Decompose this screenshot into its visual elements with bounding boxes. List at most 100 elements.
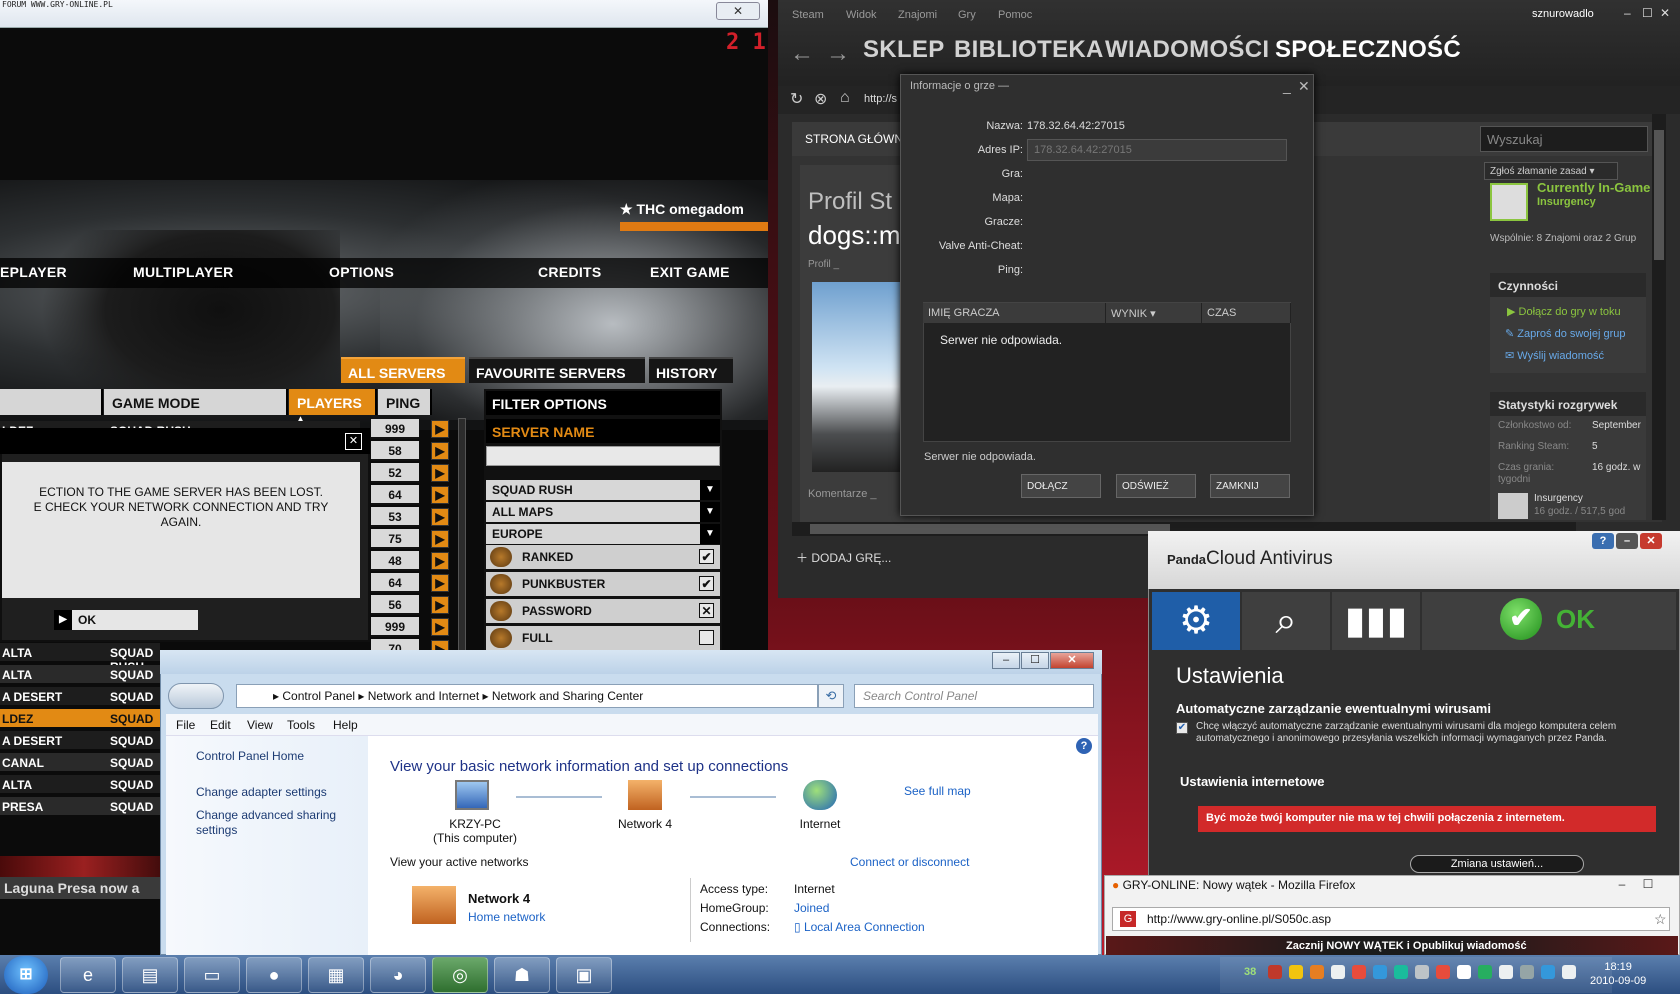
tray-icon[interactable] <box>1541 965 1555 979</box>
tray-icon[interactable] <box>1394 965 1408 979</box>
steam-menu-znajomi[interactable]: Znajomi <box>898 9 937 21</box>
server-join-arrow[interactable]: ▶ <box>431 574 449 592</box>
tray-icon[interactable] <box>1478 965 1492 979</box>
menu-multiplayer[interactable]: MULTIPLAYER <box>133 264 234 280</box>
close-icon[interactable]: ✕ <box>1298 78 1310 95</box>
menu-file[interactable]: File <box>176 718 195 732</box>
ranked-checkbox[interactable]: ✔ <box>699 549 714 564</box>
minimize-button[interactable]: – <box>992 652 1020 669</box>
homegroup-link[interactable]: Joined <box>794 901 829 915</box>
tray-icon[interactable] <box>1436 965 1450 979</box>
menu-tools[interactable]: Tools <box>287 718 315 732</box>
auto-manage-checkbox[interactable]: ✔ <box>1176 722 1188 734</box>
home-icon[interactable]: ⌂ <box>840 89 850 107</box>
join-button[interactable]: DOŁĄCZ <box>1021 474 1101 498</box>
tray-icon[interactable] <box>1310 965 1324 979</box>
game-mode-dropdown[interactable]: SQUAD RUSH ▼ <box>486 480 720 500</box>
server-join-arrow[interactable]: ▶ <box>431 618 449 636</box>
menu-view[interactable]: View <box>247 718 273 732</box>
status-tile[interactable] <box>1422 592 1676 650</box>
minimize-icon[interactable]: – <box>1616 533 1638 549</box>
server-join-arrow[interactable]: ▶ <box>431 596 449 614</box>
add-game-button[interactable]: ＋ DODAJ GRĘ... <box>796 549 891 566</box>
last-game[interactable]: Insurgency <box>1534 493 1583 504</box>
help-icon[interactable]: ? <box>1076 738 1092 754</box>
close-icon[interactable]: ✕ <box>1660 6 1670 20</box>
node-internet[interactable]: Internet <box>780 817 860 831</box>
server-join-arrow[interactable]: ▶ <box>431 552 449 570</box>
menu-exit-game[interactable]: EXIT GAME <box>650 264 730 280</box>
column-ping[interactable]: PING <box>378 389 432 415</box>
invite-link[interactable]: ✎ Zaproś do swojej grup <box>1505 327 1626 340</box>
server-row[interactable]: A DESERT SQUAD <box>0 731 160 751</box>
menu-help[interactable]: Help <box>333 718 358 732</box>
stop-icon[interactable]: ⊗ <box>814 89 827 109</box>
server-row[interactable]: A DESERT SQUAD <box>0 687 160 707</box>
search-input[interactable]: Search Control Panel <box>854 684 1094 708</box>
reports-tile[interactable]: ▮▮▮ <box>1332 592 1420 650</box>
close-icon[interactable]: ✕ <box>1640 533 1662 549</box>
nav-wiadomosci[interactable]: WIADOMOŚCI <box>1105 36 1269 64</box>
comments-link[interactable]: Komentarze _ <box>808 488 876 500</box>
taskbar-network[interactable]: ▣ <box>556 957 612 993</box>
dialog-close-button[interactable]: ✕ <box>345 433 362 450</box>
server-join-arrow[interactable]: ▶ <box>431 442 449 460</box>
back-arrow-icon[interactable]: ← <box>790 40 814 68</box>
menu-edit[interactable]: Edit <box>210 718 231 732</box>
tray-icon[interactable] <box>1352 965 1366 979</box>
scan-tile[interactable]: ⌕ <box>1242 592 1330 650</box>
server-join-arrow[interactable]: ▶ <box>431 464 449 482</box>
bookmark-star-icon[interactable]: ☆ <box>1654 911 1667 928</box>
back-forward-buttons[interactable] <box>168 683 224 709</box>
control-panel-home-link[interactable]: Control Panel Home <box>196 749 304 763</box>
ip-address-field[interactable]: 178.32.64.42:27015 <box>1027 139 1287 161</box>
steam-menu-widok[interactable]: Widok <box>846 9 877 21</box>
server-join-arrow[interactable]: ▶ <box>431 420 449 438</box>
tray-icon[interactable] <box>1289 965 1303 979</box>
close-button[interactable]: ZAMKNIJ <box>1210 474 1290 498</box>
server-join-arrow[interactable]: ▶ <box>431 508 449 526</box>
join-game-link[interactable]: ▶ Dołącz do gry w toku <box>1507 305 1621 318</box>
server-row[interactable]: PRESA SQUAD <box>0 797 160 817</box>
server-join-arrow[interactable]: ▶ <box>431 486 449 504</box>
clock[interactable]: 18:19 2010-09-09 <box>1590 960 1646 988</box>
column-player-name[interactable]: IMIĘ GRACZA <box>923 303 1106 323</box>
change-settings-button[interactable]: Zmiana ustawień... <box>1410 855 1584 873</box>
filter-full[interactable]: FULL <box>486 626 720 650</box>
close-button[interactable]: ✕ <box>1050 652 1094 669</box>
column-score[interactable]: WYNIK ▾ <box>1106 303 1202 323</box>
help-icon[interactable]: ? <box>1592 533 1614 549</box>
maximize-button[interactable]: ☐ <box>1021 652 1049 669</box>
minimize-icon[interactable]: – <box>1624 6 1631 20</box>
server-row[interactable]: ALTA SQUAD <box>0 665 160 685</box>
steam-menu-steam[interactable]: Steam <box>792 9 824 21</box>
report-dropdown[interactable]: Zgłoś złamanie zasad ▾ <box>1484 162 1618 180</box>
tray-icon[interactable] <box>1499 965 1513 979</box>
nav-sklep[interactable]: SKLEP <box>863 36 945 64</box>
steam-menu-gry[interactable]: Gry <box>958 9 976 21</box>
tab-all-servers[interactable]: ALL SERVERS <box>341 357 465 383</box>
full-checkbox[interactable] <box>699 630 714 645</box>
taskbar-panda[interactable]: ◕ <box>370 957 426 993</box>
menu-singleplayer[interactable]: EPLAYER <box>0 264 67 280</box>
firefox-url-bar[interactable]: http://www.gry-online.pl/S050c.asp <box>1112 907 1670 931</box>
taskbar-explorer[interactable]: ▭ <box>184 957 240 993</box>
server-name-input[interactable] <box>486 446 720 466</box>
refresh-icon[interactable]: ↻ <box>790 89 803 109</box>
tab-history[interactable]: HISTORY <box>649 357 733 383</box>
tray-icon[interactable] <box>1415 965 1429 979</box>
taskbar-ie[interactable]: e <box>60 957 116 993</box>
dialog-ok-button[interactable]: ▶ OK <box>54 610 198 630</box>
steam-menu-pomoc[interactable]: Pomoc <box>998 9 1032 21</box>
steam-url[interactable]: http://s <box>864 93 897 105</box>
column-map[interactable] <box>0 389 103 415</box>
password-checkbox[interactable]: ✕ <box>699 603 714 618</box>
refresh-icon[interactable]: ⟲ <box>818 684 844 708</box>
tab-favourite-servers[interactable]: FAVOURITE SERVERS <box>469 357 645 383</box>
local-area-connection-link[interactable]: ▯ Local Area Connection <box>794 920 925 934</box>
home-network-link[interactable]: Home network <box>468 910 545 924</box>
change-adapter-link[interactable]: Change adapter settings <box>196 785 327 799</box>
filter-punkbuster[interactable]: PUNKBUSTER ✔ <box>486 572 720 596</box>
scrollbar-thumb[interactable] <box>1654 130 1664 260</box>
nav-spolecznosc[interactable]: SPOŁECZNOŚĆ <box>1275 36 1461 64</box>
